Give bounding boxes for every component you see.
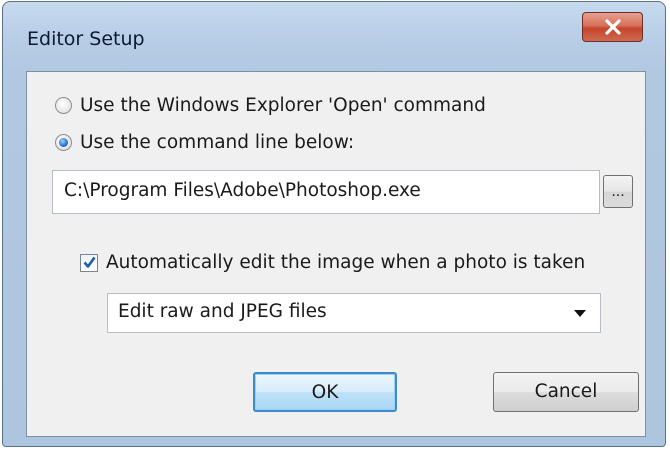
- radio-command[interactable]: [55, 134, 72, 151]
- command-line-input[interactable]: C:\Program Files\Adobe\Photoshop.exe: [52, 170, 600, 214]
- cancel-button[interactable]: Cancel: [493, 372, 639, 412]
- edit-mode-select[interactable]: Edit raw and JPEG files: [107, 293, 601, 333]
- dialog-title: Editor Setup: [27, 28, 145, 50]
- radio-command-option[interactable]: Use the command line below:: [55, 132, 354, 153]
- chevron-down-icon[interactable]: [574, 310, 586, 317]
- close-x-icon: [605, 19, 621, 35]
- ok-button[interactable]: OK: [253, 372, 397, 412]
- radio-explorer-option[interactable]: Use the Windows Explorer 'Open' command: [55, 95, 486, 116]
- dialog-body: Use the Windows Explorer 'Open' command …: [26, 71, 646, 437]
- checkmark-icon: [83, 256, 96, 268]
- auto-edit-label: Automatically edit the image when a phot…: [106, 252, 586, 273]
- close-button[interactable]: [582, 12, 643, 42]
- auto-edit-option[interactable]: Automatically edit the image when a phot…: [80, 252, 585, 273]
- browse-button[interactable]: ...: [603, 175, 633, 208]
- edit-mode-value: Edit raw and JPEG files: [118, 301, 327, 322]
- radio-explorer[interactable]: [55, 97, 72, 114]
- radio-explorer-label: Use the Windows Explorer 'Open' command: [80, 95, 486, 116]
- auto-edit-checkbox[interactable]: [80, 253, 98, 272]
- radio-command-label: Use the command line below:: [80, 132, 355, 153]
- editor-setup-dialog: Editor Setup Use the Windows Explorer 'O…: [2, 1, 666, 447]
